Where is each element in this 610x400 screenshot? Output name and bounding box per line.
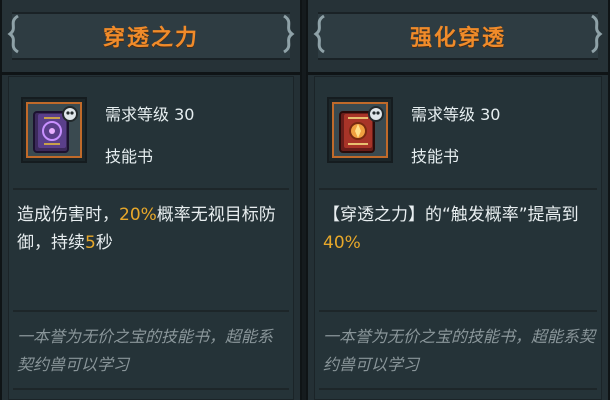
chance-value: 40% [323,233,361,253]
duration-value: 5 [85,233,96,253]
tooltip-stage: 穿透之力 需求等级 30 技能书 造成伤害时，20%概率无视目标防御，持续5秒 … [0,0,610,400]
description-text: 【穿透之力】的“触发概率”提高到 [323,205,579,225]
item-type: 技能书 [411,147,460,166]
skill-description: 【穿透之力】的“触发概率”提高到 40% [323,201,595,257]
divider [13,188,289,190]
purple-skill-book-icon [26,102,82,158]
item-icon-frame [21,97,87,163]
divider [13,388,289,390]
chance-value: 20% [119,205,157,225]
divider [319,188,597,190]
card-body: 需求等级 30 技能书 造成伤害时，20%概率无视目标防御，持续5秒 一本誉为无… [8,76,294,400]
item-type: 技能书 [105,147,154,166]
card-title: 穿透之力 [102,26,199,51]
red-skill-book-icon [332,102,388,158]
requirement-level: 需求等级 30 [105,105,195,124]
item-icon-frame [327,97,393,163]
divider [13,310,289,312]
divider [319,388,597,390]
card-header: 穿透之力 [2,0,300,75]
card-title: 强化穿透 [409,26,506,51]
description-text: 秒 [95,233,113,253]
requirement-level: 需求等级 30 [411,105,501,124]
card-body: 需求等级 30 技能书 【穿透之力】的“触发概率”提高到 40% 一本誉为无价之宝… [314,76,602,400]
divider [319,310,597,312]
flavor-text: 一本誉为无价之宝的技能书，超能系契约兽可以学习 [17,327,274,374]
skill-book-card-penetration-power: 穿透之力 需求等级 30 技能书 造成伤害时，20%概率无视目标防御，持续5秒 … [0,0,302,400]
skill-book-card-enhanced-penetration: 强化穿透 需求等级 30 技能书 【穿透之力】的“触发概率”提高到40% 一本誉… [306,0,610,400]
flavor-text: 一本誉为无价之宝的技能书，超能系契约兽可以学习 [323,327,596,374]
description-text: 造成伤害时， [17,205,119,225]
skill-description: 造成伤害时，20%概率无视目标防御，持续5秒 [17,201,287,257]
card-header: 强化穿透 [308,0,608,75]
